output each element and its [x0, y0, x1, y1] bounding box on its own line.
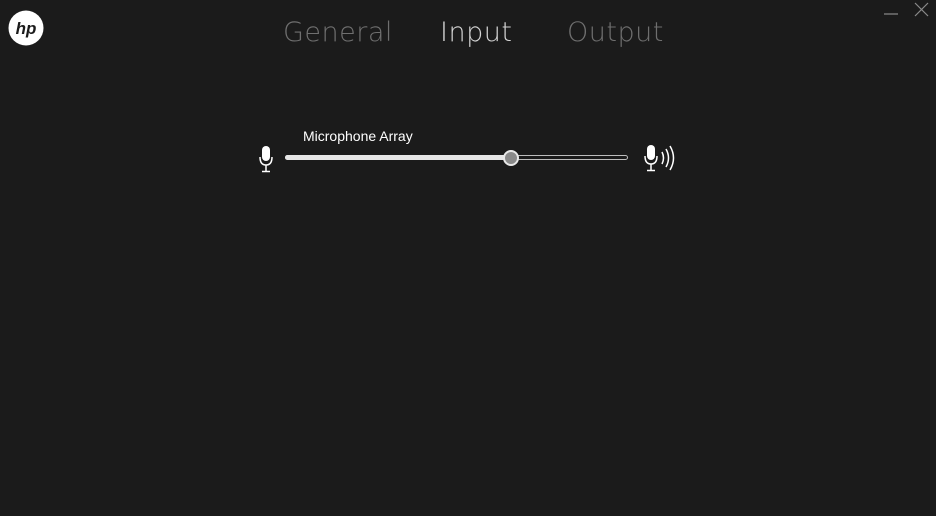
microphone-low-icon[interactable] — [258, 145, 274, 173]
microphone-high-icon[interactable] — [643, 144, 681, 174]
microphone-volume-slider[interactable] — [285, 150, 628, 166]
audio-control-window: hp General Input Output Microphone Array — [0, 0, 936, 516]
microphone-section: Microphone Array — [0, 0, 936, 200]
slider-thumb[interactable] — [503, 150, 520, 166]
slider-fill — [285, 155, 512, 160]
device-label: Microphone Array — [303, 128, 413, 144]
